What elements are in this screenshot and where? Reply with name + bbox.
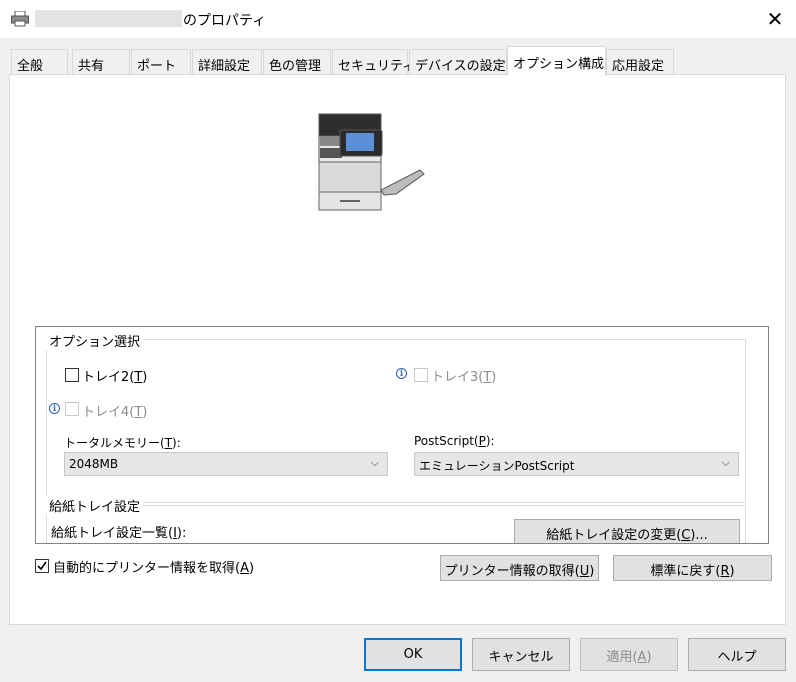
postscript-label: PostScript(P): xyxy=(414,434,495,448)
paper-tray-title: 給紙トレイ設定 xyxy=(46,496,144,515)
tab-ports[interactable]: ポート xyxy=(131,49,191,74)
help-button[interactable]: ヘルプ xyxy=(688,638,786,671)
reset-to-default-button[interactable]: 標準に戻す(R) xyxy=(613,555,772,581)
tab-general[interactable]: 全般 xyxy=(11,49,68,74)
tab-label: 共有 xyxy=(78,59,105,74)
tab-device-settings[interactable]: デバイスの設定 xyxy=(409,49,507,74)
tab-label: 詳細設定 xyxy=(198,59,251,74)
cancel-button[interactable]: キャンセル xyxy=(472,638,570,671)
info-icon[interactable]: i xyxy=(396,368,407,379)
tab-label: 応用設定 xyxy=(612,59,665,74)
tab-label: ポート xyxy=(137,59,177,74)
tab-label: セキュリティ xyxy=(338,59,416,74)
option-selection-title: オプション選択 xyxy=(46,331,144,350)
checkmark-icon xyxy=(37,561,47,571)
tab-label: 全般 xyxy=(17,59,44,74)
title-bar: のプロパティ ✕ xyxy=(0,0,796,38)
tab-advanced[interactable]: 詳細設定 xyxy=(192,49,262,74)
get-printer-info-button[interactable]: プリンター情報の取得(U) xyxy=(440,555,599,581)
printer-illustration xyxy=(318,113,425,211)
postscript-dropdown[interactable]: エミュレーションPostScript ⌵ xyxy=(414,452,739,476)
tab-label: オプション構成 xyxy=(513,57,605,72)
close-button[interactable]: ✕ xyxy=(760,4,790,34)
tray3-checkbox[interactable] xyxy=(414,368,428,382)
info-icon[interactable]: i xyxy=(49,403,60,414)
printer-name-redacted xyxy=(35,10,182,27)
tray4-label[interactable]: トレイ4(T) xyxy=(82,401,147,420)
window-title: のプロパティ xyxy=(183,13,267,29)
chevron-down-icon: ⌵ xyxy=(721,456,730,469)
tab-label: 色の管理 xyxy=(269,59,322,74)
tray4-checkbox[interactable] xyxy=(65,402,79,416)
tab-security[interactable]: セキュリティ xyxy=(332,49,415,74)
tray2-checkbox[interactable] xyxy=(65,368,79,382)
memory-value: 2048MB xyxy=(69,457,119,471)
tab-color-management[interactable]: 色の管理 xyxy=(263,49,331,74)
auto-get-checkbox[interactable] xyxy=(35,559,49,573)
options-scroll-area[interactable]: オプション選択 トレイ2(T) i トレイ3(T) i トレイ4(T) トータル… xyxy=(35,326,769,544)
auto-get-label[interactable]: 自動的にプリンター情報を取得(A) xyxy=(53,557,254,576)
tab-option-configuration[interactable]: オプション構成 xyxy=(507,46,606,76)
memory-label: トータルメモリー(T): xyxy=(64,436,181,450)
tab-label: デバイスの設定 xyxy=(415,59,506,74)
option-selection-group xyxy=(46,339,746,503)
ok-button[interactable]: OK xyxy=(364,638,462,671)
paper-tray-list-label: 給紙トレイ設定一覧(I): xyxy=(51,526,187,541)
apply-button[interactable]: 適用(A) xyxy=(580,638,678,671)
tray2-label[interactable]: トレイ2(T) xyxy=(82,366,147,385)
tray3-label[interactable]: トレイ3(T) xyxy=(431,366,496,385)
tab-sharing[interactable]: 共有 xyxy=(72,49,130,74)
chevron-down-icon: ⌵ xyxy=(370,456,379,469)
printer-icon xyxy=(11,11,29,27)
memory-dropdown[interactable]: 2048MB ⌵ xyxy=(64,452,388,476)
postscript-value: エミュレーションPostScript xyxy=(419,459,575,473)
tab-application-settings[interactable]: 応用設定 xyxy=(606,49,674,74)
change-paper-tray-button[interactable]: 給紙トレイ設定の変更(C)... xyxy=(514,519,740,543)
